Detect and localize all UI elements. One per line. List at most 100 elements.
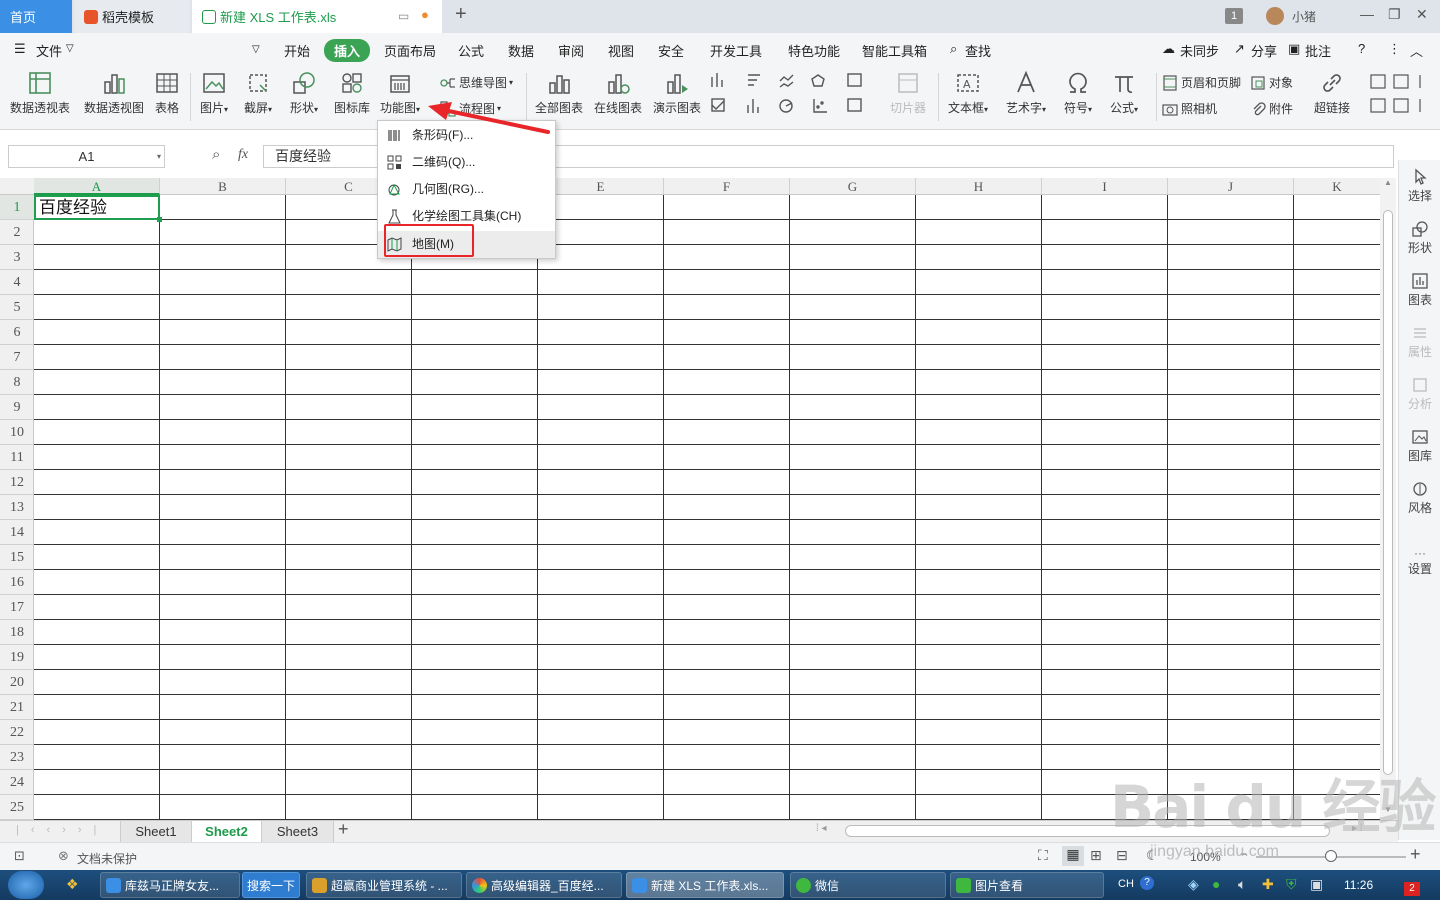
- zoom-slider-knob[interactable]: [1325, 850, 1337, 862]
- menu-page-layout[interactable]: 页面布局: [384, 41, 436, 60]
- sheet-nav-arrows-icon[interactable]: |‹‹››|: [16, 824, 108, 836]
- shape-button[interactable]: 形状▾: [290, 70, 318, 116]
- name-box[interactable]: A1 ▾: [8, 145, 165, 168]
- column-header[interactable]: G: [790, 178, 916, 195]
- tab-document[interactable]: 新建 XLS 工作表.xls ▭ ●: [192, 0, 442, 33]
- sync-status[interactable]: 未同步: [1180, 41, 1219, 60]
- header-footer-button[interactable]: 页眉和页脚: [1162, 74, 1241, 91]
- row-header[interactable]: 20: [0, 670, 34, 695]
- security-tray-icon[interactable]: ✚: [1262, 876, 1274, 893]
- camera-button[interactable]: 照相机: [1162, 100, 1217, 117]
- row-header[interactable]: 18: [0, 620, 34, 645]
- collapse-ribbon-icon[interactable]: ︿: [1410, 41, 1423, 60]
- menu-formulas[interactable]: 公式: [458, 41, 484, 60]
- row-header[interactable]: 7: [0, 345, 34, 370]
- zoom-in-icon[interactable]: +: [1410, 844, 1421, 865]
- panel-gallery[interactable]: 图库: [1399, 428, 1440, 464]
- row-header[interactable]: 15: [0, 545, 34, 570]
- more-insert-tools[interactable]: [1370, 73, 1426, 118]
- menu-search[interactable]: 查找: [965, 41, 991, 60]
- name-box-dropdown-icon[interactable]: ▾: [157, 146, 161, 167]
- menu-item-geometry[interactable]: 几何图(RG)...: [378, 176, 555, 203]
- formula-button[interactable]: 公式▾: [1110, 70, 1138, 116]
- comment-button[interactable]: 批注: [1305, 41, 1331, 60]
- row-header[interactable]: 10: [0, 420, 34, 445]
- menu-smart-tools[interactable]: 智能工具箱: [862, 41, 927, 60]
- more-icon[interactable]: ⋮: [1388, 41, 1401, 57]
- notification-badge[interactable]: 2: [1404, 882, 1420, 896]
- online-chart-button[interactable]: 在线图表: [594, 70, 642, 116]
- taskbar-item-spreadsheet[interactable]: 新建 XLS 工作表.xls...: [626, 872, 784, 898]
- panel-chart[interactable]: 图表: [1399, 272, 1440, 308]
- share-button[interactable]: 分享: [1251, 41, 1277, 60]
- menu-data[interactable]: 数据: [508, 41, 534, 60]
- sheet-tab-1[interactable]: Sheet1: [120, 821, 192, 842]
- new-tab-plus-icon[interactable]: +: [455, 3, 467, 26]
- zoom-lookup-icon[interactable]: ⌕: [212, 146, 220, 163]
- hamburger-icon[interactable]: ☰: [14, 41, 26, 57]
- search-icon[interactable]: ⌕: [950, 41, 957, 57]
- panel-style[interactable]: 风格: [1399, 480, 1440, 516]
- column-header[interactable]: K: [1294, 178, 1380, 195]
- user-name[interactable]: 小猪: [1292, 8, 1316, 25]
- wechat-tray-icon[interactable]: ●: [1212, 876, 1220, 892]
- chart-type-gallery[interactable]: [708, 71, 878, 121]
- input-language[interactable]: CH: [1118, 878, 1134, 890]
- screenshot-button[interactable]: 截屏▾: [244, 70, 272, 116]
- chevron-down-icon[interactable]: ▽: [66, 43, 74, 54]
- window-count-badge[interactable]: 1: [1225, 8, 1243, 24]
- row-header[interactable]: 3: [0, 245, 34, 270]
- add-sheet-plus-icon[interactable]: +: [338, 819, 349, 840]
- tab-home[interactable]: 首页: [0, 0, 72, 33]
- hyperlink-button[interactable]: 超链接: [1314, 70, 1350, 116]
- cell-a1[interactable]: 百度经验: [34, 195, 160, 220]
- row-header[interactable]: 9: [0, 395, 34, 420]
- row-header[interactable]: 8: [0, 370, 34, 395]
- hscroll-left-icon[interactable]: ⁞ ◂: [816, 823, 827, 834]
- row-header[interactable]: 12: [0, 470, 34, 495]
- row-header[interactable]: 14: [0, 520, 34, 545]
- row-header[interactable]: 19: [0, 645, 34, 670]
- row-header[interactable]: 13: [0, 495, 34, 520]
- close-icon[interactable]: ✕: [1416, 6, 1428, 23]
- page-break-view-icon[interactable]: ⊞: [1090, 847, 1102, 864]
- menu-file[interactable]: 文件: [36, 41, 62, 60]
- row-header[interactable]: 4: [0, 270, 34, 295]
- menu-features[interactable]: 特色功能: [788, 41, 840, 60]
- tray-icon[interactable]: ◈: [1188, 876, 1199, 893]
- menu-review[interactable]: 审阅: [558, 41, 584, 60]
- panel-shape[interactable]: 形状: [1399, 220, 1440, 256]
- menu-developer[interactable]: 开发工具: [710, 41, 762, 60]
- fx-button[interactable]: fx: [238, 147, 248, 163]
- object-button[interactable]: 对象: [1250, 74, 1293, 91]
- function-chart-button[interactable]: 功能图▾: [380, 70, 420, 116]
- row-header[interactable]: 2: [0, 220, 34, 245]
- row-header[interactable]: 16: [0, 570, 34, 595]
- table-button[interactable]: 表格: [154, 70, 180, 116]
- taskbar-item-wechat[interactable]: 微信: [790, 872, 946, 898]
- clock[interactable]: 11:26: [1344, 878, 1373, 892]
- start-button[interactable]: [8, 871, 44, 899]
- column-header[interactable]: A: [34, 178, 160, 195]
- document-protection-status[interactable]: 文档未保护: [77, 850, 137, 867]
- normal-view-icon[interactable]: ▦: [1062, 846, 1084, 866]
- taskbar-item-image-viewer[interactable]: 图片查看: [950, 872, 1104, 898]
- row-header[interactable]: 5: [0, 295, 34, 320]
- pivot-table-button[interactable]: 数据透视表: [10, 70, 70, 116]
- menu-start[interactable]: 开始: [284, 41, 310, 60]
- row-header[interactable]: 25: [0, 795, 34, 820]
- avatar[interactable]: [1266, 7, 1284, 25]
- column-header[interactable]: E: [538, 178, 664, 195]
- panel-settings[interactable]: ··· 设置: [1399, 546, 1440, 577]
- row-header[interactable]: 23: [0, 745, 34, 770]
- cell-grid[interactable]: [34, 195, 1380, 820]
- taskbar-item-business[interactable]: 超赢商业管理系统 - ...: [306, 872, 462, 898]
- icon-library-button[interactable]: 图标库: [334, 70, 370, 116]
- help-tray-icon[interactable]: ?: [1140, 876, 1154, 890]
- menu-view[interactable]: 视图: [608, 41, 634, 60]
- tab-template[interactable]: 稻壳模板: [74, 0, 190, 33]
- symbol-button[interactable]: 符号▾: [1064, 70, 1092, 116]
- column-header[interactable]: H: [916, 178, 1042, 195]
- network-icon[interactable]: ▣: [1310, 876, 1323, 893]
- textbox-button[interactable]: A 文本框▾: [948, 70, 988, 116]
